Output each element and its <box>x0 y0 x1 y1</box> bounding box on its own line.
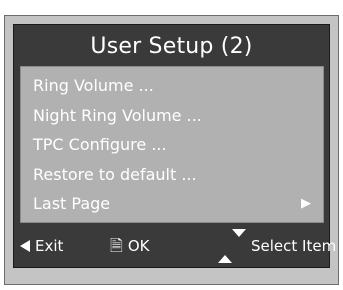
menu-item-label: Last Page <box>33 194 111 213</box>
ok-label: OK <box>127 237 150 255</box>
menu-list: Ring Volume ... Night Ring Volume ... TP… <box>20 66 324 223</box>
menu-item-ring-volume[interactable]: Ring Volume ... <box>21 71 323 101</box>
footer-hints: Exit 🗎 OK Select Item <box>14 229 336 263</box>
left-triangle-icon <box>20 240 30 252</box>
right-triangle-icon: ▶ <box>301 196 311 211</box>
menu-item-tpc-configure[interactable]: TPC Configure ... <box>21 130 323 160</box>
menu-item-last-page[interactable]: Last Page ▶ <box>21 189 323 219</box>
device-screen: User Setup (2) Ring Volume ... Night Rin… <box>4 15 339 285</box>
up-down-icon <box>218 229 246 263</box>
select-item-hint[interactable]: Select Item <box>218 229 336 263</box>
exit-label: Exit <box>35 237 64 255</box>
exit-hint[interactable]: Exit <box>20 229 63 263</box>
menu-item-label: Restore to default ... <box>33 164 197 184</box>
menu-item-label: Ring Volume ... <box>33 76 154 95</box>
select-item-label: Select Item <box>251 237 337 255</box>
menu-item-night-ring-volume[interactable]: Night Ring Volume ... <box>21 101 323 131</box>
osd-window: User Setup (2) Ring Volume ... Night Rin… <box>13 24 336 268</box>
document-icon: 🗎 <box>110 236 123 255</box>
menu-item-label: TPC Configure ... <box>33 135 167 154</box>
menu-title: User Setup (2) <box>90 34 253 59</box>
menu-item-restore-default[interactable]: Restore to default ... <box>21 160 323 190</box>
menu-item-label: Night Ring Volume ... <box>33 105 202 125</box>
ok-hint[interactable]: 🗎 OK <box>110 229 150 263</box>
